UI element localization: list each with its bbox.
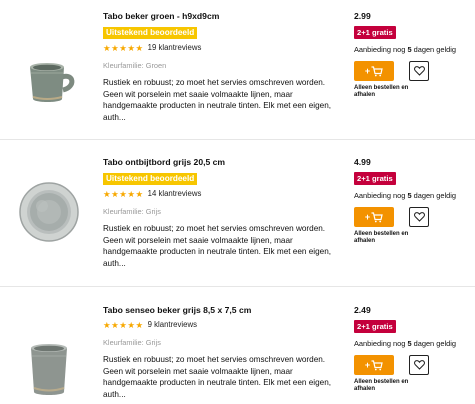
promo-badge: 2+1 gratis <box>354 320 396 333</box>
rating-badge: Uitstekend beoordeeld <box>103 173 198 185</box>
product-price: 2.49 <box>354 305 371 315</box>
star-rating-icon: ★★★★★ <box>103 320 144 330</box>
product-info: Tabo beker groen - h9xd9cm Uitstekend be… <box>103 11 343 124</box>
cart-icon <box>371 359 383 370</box>
offer-validity: Aanbieding nog 5 dagen geldig <box>354 45 469 54</box>
buy-box: 2.99 2+1 gratis Aanbieding nog 5 dagen g… <box>354 11 469 99</box>
offer-prefix: Aanbieding nog <box>354 45 408 54</box>
cart-icon <box>371 211 383 222</box>
color-family: Kleurfamilie: Grijs <box>103 207 161 216</box>
review-count[interactable]: 19 klantreviews <box>148 43 202 53</box>
rating-row[interactable]: ★★★★★ 19 klantreviews <box>103 43 343 53</box>
wishlist-button[interactable] <box>409 355 429 375</box>
heart-icon <box>413 66 425 76</box>
review-count[interactable]: 14 klantreviews <box>148 189 202 199</box>
action-buttons: + <box>354 207 469 227</box>
product-image[interactable] <box>14 330 84 400</box>
offer-validity: Aanbieding nog 5 dagen geldig <box>354 191 469 200</box>
add-to-cart-button[interactable]: + <box>354 61 394 81</box>
offer-prefix: Aanbieding nog <box>354 191 408 200</box>
heart-icon <box>413 212 425 222</box>
offer-suffix: dagen geldig <box>411 339 456 348</box>
product-description: Rustiek en robuust; zo moet het servies … <box>103 355 332 400</box>
add-plus: + <box>364 360 371 370</box>
product-description: Rustiek en robuust; zo moet het servies … <box>103 78 332 123</box>
cup-image <box>31 344 67 395</box>
wishlist-button[interactable] <box>409 207 429 227</box>
rating-row[interactable]: ★★★★★ 9 klantreviews <box>103 320 343 330</box>
product-card: Tabo senseo beker grijs 8,5 x 7,5 cm ★★★… <box>0 287 475 404</box>
offer-validity: Aanbieding nog 5 dagen geldig <box>354 339 469 348</box>
product-description: Rustiek en robuust; zo moet het servies … <box>103 224 332 269</box>
star-rating-icon: ★★★★★ <box>103 189 144 199</box>
cart-icon <box>371 65 383 76</box>
review-count[interactable]: 9 klantreviews <box>148 320 197 330</box>
product-info: Tabo ontbijtbord grijs 20,5 cm Uitsteken… <box>103 157 343 270</box>
product-image[interactable] <box>14 43 84 113</box>
add-plus: + <box>364 66 371 76</box>
product-card: Tabo beker groen - h9xd9cm Uitstekend be… <box>0 0 475 140</box>
promo-badge: 2+1 gratis <box>354 172 396 185</box>
product-price: 4.99 <box>354 157 371 167</box>
pickup-note: Alleen bestellen en afhalen <box>354 231 409 244</box>
offer-suffix: dagen geldig <box>411 191 456 200</box>
plate-image <box>19 182 79 242</box>
color-family: Kleurfamilie: Groen <box>103 61 167 70</box>
wishlist-button[interactable] <box>409 61 429 81</box>
action-buttons: + <box>354 61 469 81</box>
action-buttons: + <box>354 355 469 375</box>
product-card: Tabo ontbijtbord grijs 20,5 cm Uitsteken… <box>0 140 475 286</box>
mug-image <box>30 63 75 102</box>
pickup-note: Alleen bestellen en afhalen <box>354 85 409 98</box>
offer-prefix: Aanbieding nog <box>354 339 408 348</box>
product-title[interactable]: Tabo ontbijtbord grijs 20,5 cm <box>103 157 343 168</box>
buy-box: 2.49 2+1 gratis Aanbieding nog 5 dagen g… <box>354 305 469 393</box>
promo-badge: 2+1 gratis <box>354 26 396 39</box>
product-price: 2.99 <box>354 11 371 21</box>
pickup-note: Alleen bestellen en afhalen <box>354 379 409 392</box>
buy-box: 4.99 2+1 gratis Aanbieding nog 5 dagen g… <box>354 157 469 245</box>
product-title[interactable]: Tabo beker groen - h9xd9cm <box>103 11 343 22</box>
product-title[interactable]: Tabo senseo beker grijs 8,5 x 7,5 cm <box>103 305 343 316</box>
product-info: Tabo senseo beker grijs 8,5 x 7,5 cm ★★★… <box>103 305 343 401</box>
offer-suffix: dagen geldig <box>411 45 456 54</box>
add-to-cart-button[interactable]: + <box>354 355 394 375</box>
star-rating-icon: ★★★★★ <box>103 43 144 53</box>
rating-badge: Uitstekend beoordeeld <box>103 27 198 39</box>
add-to-cart-button[interactable]: + <box>354 207 394 227</box>
add-plus: + <box>364 212 371 222</box>
heart-icon <box>413 360 425 370</box>
color-family: Kleurfamilie: Grijs <box>103 338 161 347</box>
product-image[interactable] <box>14 177 84 247</box>
rating-row[interactable]: ★★★★★ 14 klantreviews <box>103 189 343 199</box>
